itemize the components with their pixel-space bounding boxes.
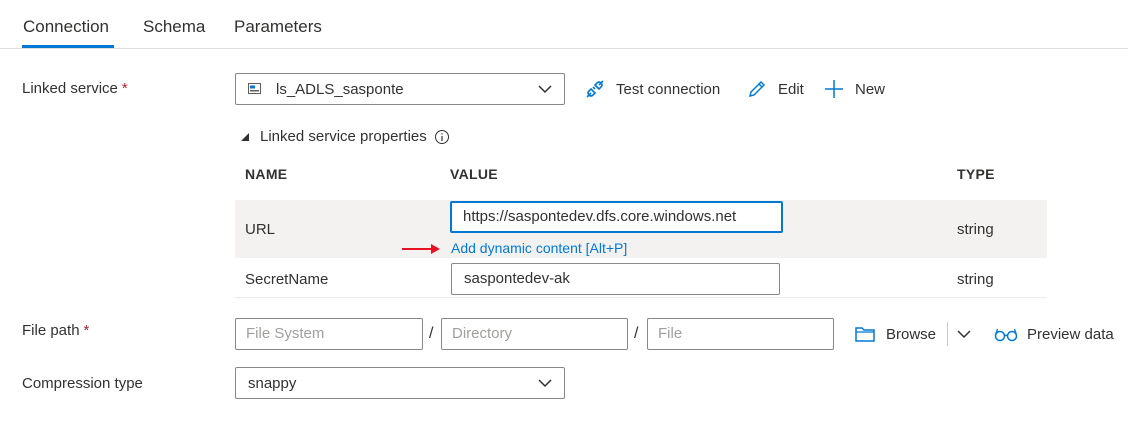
required-mark: * [83,322,90,339]
row-secretname-name: SecretName [245,271,329,288]
test-connection-label: Test connection [616,80,721,98]
active-tab-indicator [22,45,114,48]
file-input[interactable]: File [647,318,834,350]
required-mark: * [121,80,128,97]
plug-icon [586,80,604,98]
file-system-input[interactable]: File System [235,318,423,350]
path-separator: / [634,325,639,342]
linked-service-label-text: Linked service [22,80,118,97]
test-connection-button[interactable]: Test connection [584,78,720,100]
file-path-label: File path * [22,322,89,339]
add-dynamic-content-link[interactable]: Add dynamic content [Alt+P] [451,240,627,256]
edit-label: Edit [778,80,804,98]
glasses-icon [994,328,1018,342]
column-header-name: NAME [245,166,288,182]
row-secretname-type: string [957,271,994,288]
row-divider [235,297,1047,298]
preview-data-label: Preview data [1027,325,1114,343]
compression-type-dropdown[interactable]: snappy [235,367,565,399]
chevron-down-icon [538,379,552,388]
column-header-type: TYPE [957,166,995,182]
compression-type-label: Compression type [22,375,143,392]
directory-input[interactable]: Directory [441,318,628,350]
tab-connection[interactable]: Connection [23,17,109,37]
tab-parameters[interactable]: Parameters [234,17,322,37]
red-arrow-annotation-icon [402,244,440,254]
url-input[interactable]: https://saspontedev.dfs.core.windows.net [450,201,783,233]
info-icon[interactable] [434,129,450,145]
collapse-triangle-icon [241,132,249,141]
tab-bar: Connection Schema Parameters [0,0,1128,49]
row-url-type: string [957,221,994,238]
path-separator: / [429,325,434,342]
linked-service-properties-title: Linked service properties [260,128,427,145]
new-button[interactable]: New [823,78,885,100]
new-label: New [855,80,886,98]
chevron-down-icon [538,85,552,94]
linked-service-properties-header[interactable]: Linked service properties [240,128,450,145]
browse-label: Browse [886,325,937,343]
compression-type-value: snappy [248,375,297,392]
browse-button[interactable]: Browse [854,323,936,345]
tab-schema[interactable]: Schema [143,17,205,37]
column-header-value: VALUE [450,166,498,182]
linked-service-dropdown[interactable]: ls_ADLS_sasponte [235,73,565,105]
pencil-icon [748,80,766,98]
browse-options-chevron-down-icon[interactable] [955,325,973,343]
storage-account-icon [248,83,261,94]
secretname-input[interactable]: saspontedev-ak [451,263,780,295]
linked-service-label: Linked service * [22,80,128,97]
row-url-name: URL [245,221,276,238]
plus-icon [825,80,843,98]
toolbar-divider [947,322,948,346]
linked-service-value: ls_ADLS_sasponte [276,81,404,98]
file-path-label-text: File path [22,322,80,339]
edit-button[interactable]: Edit [746,78,804,100]
folder-icon [855,327,875,342]
preview-data-button[interactable]: Preview data [994,323,1114,345]
